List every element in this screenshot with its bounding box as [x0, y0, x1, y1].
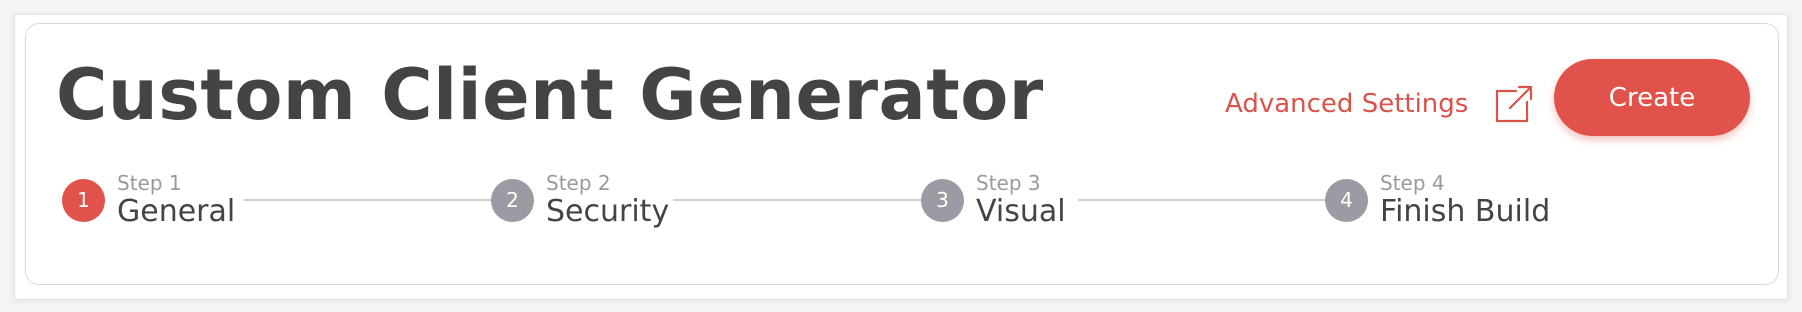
generator-card: Custom Client Generator Advanced Setting…: [25, 23, 1779, 285]
step-title: General: [117, 194, 236, 229]
step-number-badge: 2: [491, 178, 534, 222]
step-subtitle: Step 3: [976, 171, 1041, 195]
page-title: Custom Client Generator: [56, 54, 1044, 136]
advanced-settings-link[interactable]: Advanced Settings: [1225, 84, 1534, 124]
step-subtitle: Step 1: [117, 171, 182, 195]
create-button[interactable]: Create: [1554, 59, 1750, 136]
external-link-icon: [1496, 85, 1533, 123]
step-connector: [244, 199, 501, 201]
step-security[interactable]: 2 Step 2 Security: [491, 170, 669, 230]
step-subtitle: Step 4: [1380, 171, 1445, 195]
step-title: Security: [546, 194, 670, 229]
step-number-badge: 3: [921, 178, 964, 222]
step-title: Finish Build: [1380, 194, 1551, 229]
step-number-badge: 4: [1325, 178, 1368, 222]
step-connector: [1078, 199, 1336, 201]
step-visual[interactable]: 3 Step 3 Visual: [921, 170, 1066, 230]
step-subtitle: Step 2: [546, 171, 611, 195]
step-connector: [673, 199, 931, 201]
step-finish-build[interactable]: 4 Step 4 Finish Build: [1325, 170, 1550, 230]
step-general[interactable]: 1 Step 1 General: [62, 170, 235, 230]
step-number-badge: 1: [62, 178, 105, 222]
advanced-settings-label: Advanced Settings: [1225, 89, 1469, 119]
step-title: Visual: [976, 194, 1066, 229]
